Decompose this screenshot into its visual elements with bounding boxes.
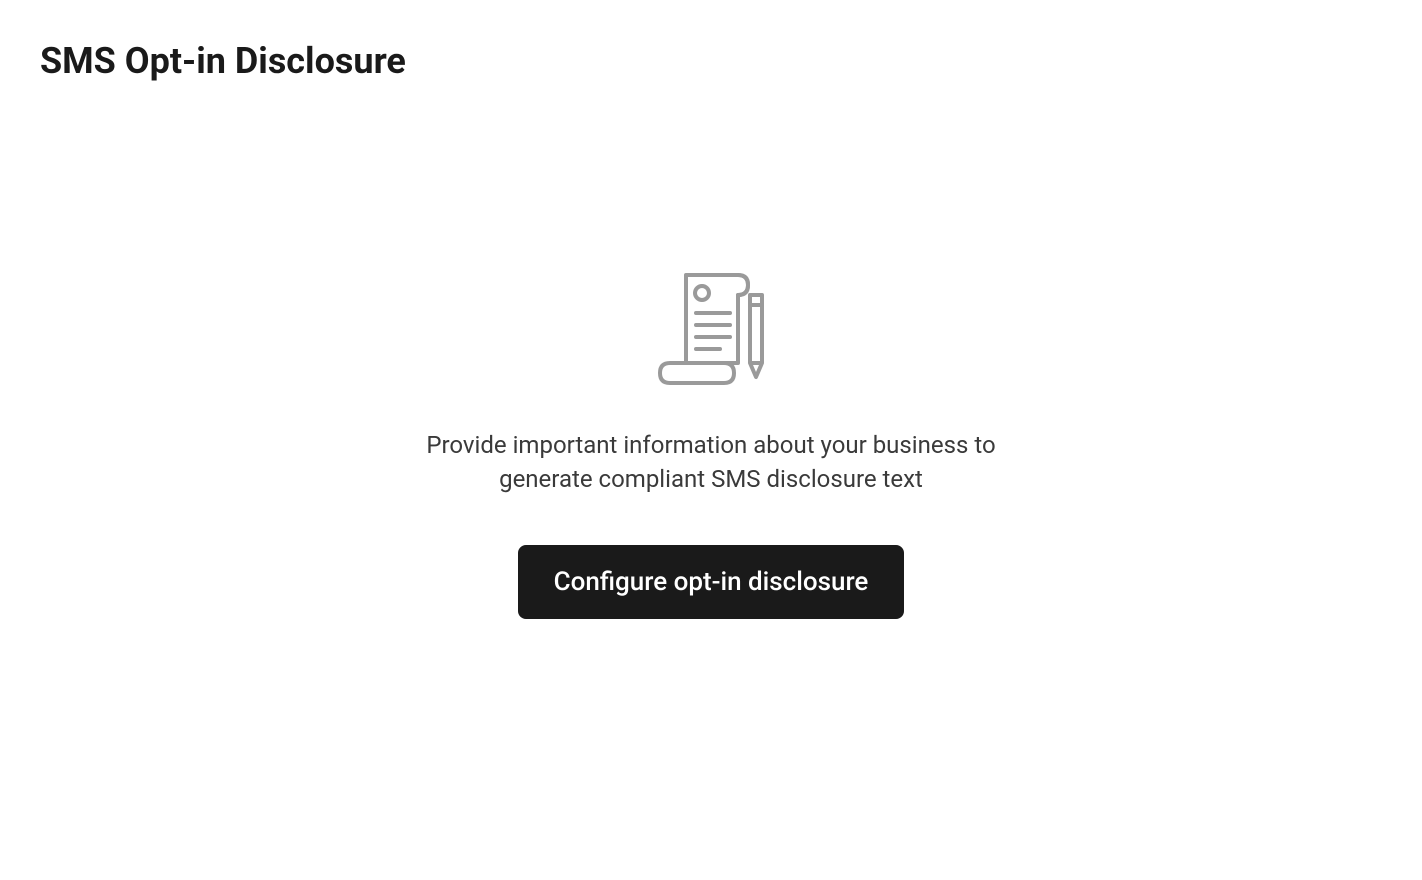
page-container: SMS Opt-in Disclosure bbox=[0, 0, 1422, 880]
configure-button[interactable]: Configure opt-in disclosure bbox=[518, 545, 905, 619]
empty-state: Provide important information about your… bbox=[40, 42, 1382, 840]
empty-state-description: Provide important information about your… bbox=[391, 429, 1031, 496]
document-pencil-icon bbox=[646, 263, 776, 393]
